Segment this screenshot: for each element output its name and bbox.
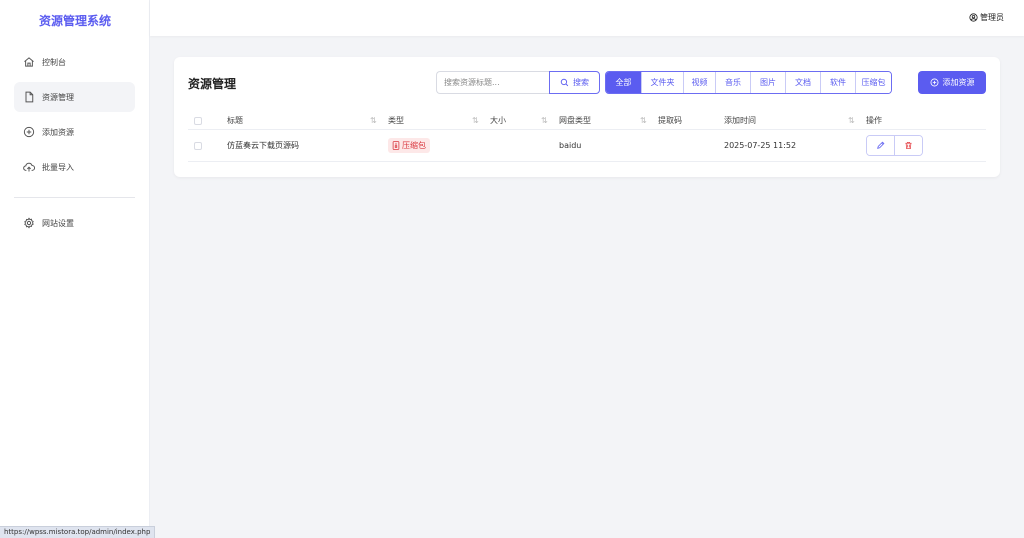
select-all-checkbox[interactable] (194, 117, 202, 125)
add-resource-button[interactable]: 添加资源 (918, 71, 986, 94)
edit-button[interactable] (867, 136, 895, 155)
pencil-icon (876, 141, 885, 149)
search-icon (560, 78, 569, 87)
row-disk-type: baidu (559, 141, 582, 150)
sort-icon[interactable]: ⇅ (370, 116, 377, 125)
plus-circle-icon (930, 78, 938, 87)
sidebar-item-label: 网站设置 (42, 218, 74, 228)
filter-music[interactable]: 音乐 (716, 72, 751, 93)
home-icon (23, 56, 35, 68)
user-circle-icon (969, 13, 978, 22)
search-button[interactable]: 搜索 (549, 71, 600, 94)
type-filter-group: 全部 文件夹 视频 音乐 图片 文档 软件 压缩包 (605, 71, 892, 94)
table-row: 仿蓝奏云下载页源码 压缩包 baidu 2025-07-25 11:52 (188, 130, 986, 162)
sort-icon[interactable]: ⇅ (472, 116, 479, 125)
column-header-type[interactable]: 类型 (388, 112, 404, 129)
app-title: 资源管理系统 (38, 14, 111, 28)
sidebar-item-add-resource[interactable]: 添加资源 (14, 117, 135, 147)
user-menu[interactable]: 管理员 (969, 12, 1004, 23)
sidebar-item-site-settings[interactable]: 网站设置 (14, 208, 135, 238)
sidebar-item-label: 添加资源 (42, 127, 74, 137)
browser-status-url: https://wpss.mistora.top/admin/index.php (0, 526, 156, 538)
column-header-size[interactable]: 大小 (490, 112, 506, 129)
row-added-time: 2025-07-25 11:52 (724, 141, 797, 150)
sidebar-divider (14, 197, 135, 198)
archive-file-icon (392, 141, 400, 150)
cloud-upload-icon (23, 161, 35, 173)
trash-icon (905, 142, 912, 149)
filter-document[interactable]: 文档 (786, 72, 821, 93)
sidebar-item-resources[interactable]: 资源管理 (14, 82, 135, 112)
sidebar-item-label: 资源管理 (42, 92, 74, 102)
sort-icon[interactable]: ⇅ (848, 116, 855, 125)
top-bar: 管理员 (150, 0, 1024, 36)
column-header-code[interactable]: 提取码 (658, 112, 682, 129)
filter-folder[interactable]: 文件夹 (642, 72, 684, 93)
filter-image[interactable]: 图片 (751, 72, 786, 93)
row-actions (866, 135, 923, 156)
row-checkbox[interactable] (194, 142, 202, 150)
sidebar-item-bulk-import[interactable]: 批量导入 (14, 152, 135, 182)
gear-icon (23, 217, 35, 229)
row-title: 仿蓝奏云下载页源码 (227, 141, 299, 150)
filter-software[interactable]: 软件 (821, 72, 856, 93)
sidebar-item-dashboard[interactable]: 控制台 (14, 47, 135, 77)
row-type: 压缩包 (388, 130, 430, 161)
column-header-disk-type[interactable]: 网盘类型 (559, 112, 591, 129)
sidebar-item-label: 控制台 (42, 57, 66, 67)
sidebar-item-label: 批量导入 (42, 162, 74, 172)
search-input[interactable] (436, 71, 549, 94)
delete-button[interactable] (894, 136, 922, 155)
filter-all[interactable]: 全部 (606, 72, 642, 93)
column-header-title[interactable]: 标题 (227, 112, 243, 129)
table-header: 标题 ⇅ 类型 ⇅ 大小 ⇅ 网盘类型 ⇅ 提取码 添加时间 ⇅ 操作 (188, 112, 986, 130)
resource-card: 资源管理 搜索 全部 文件夹 视频 音乐 图片 文档 软件 压缩包 添加资源 标… (174, 57, 1000, 177)
page-title: 资源管理 (188, 77, 237, 91)
plus-circle-icon (23, 126, 35, 138)
sidebar: 资源管理系统 控制台 资源管理 添加资源 批量导入 网站设置 (0, 0, 150, 538)
user-name: 管理员 (980, 13, 1004, 22)
type-badge: 压缩包 (388, 138, 430, 153)
filter-video[interactable]: 视频 (684, 72, 716, 93)
filter-archive[interactable]: 压缩包 (856, 72, 891, 93)
sort-icon[interactable]: ⇅ (541, 116, 548, 125)
column-header-added-time[interactable]: 添加时间 (724, 112, 756, 129)
file-icon (23, 91, 35, 103)
sort-icon[interactable]: ⇅ (640, 116, 647, 125)
column-header-actions: 操作 (866, 116, 882, 125)
